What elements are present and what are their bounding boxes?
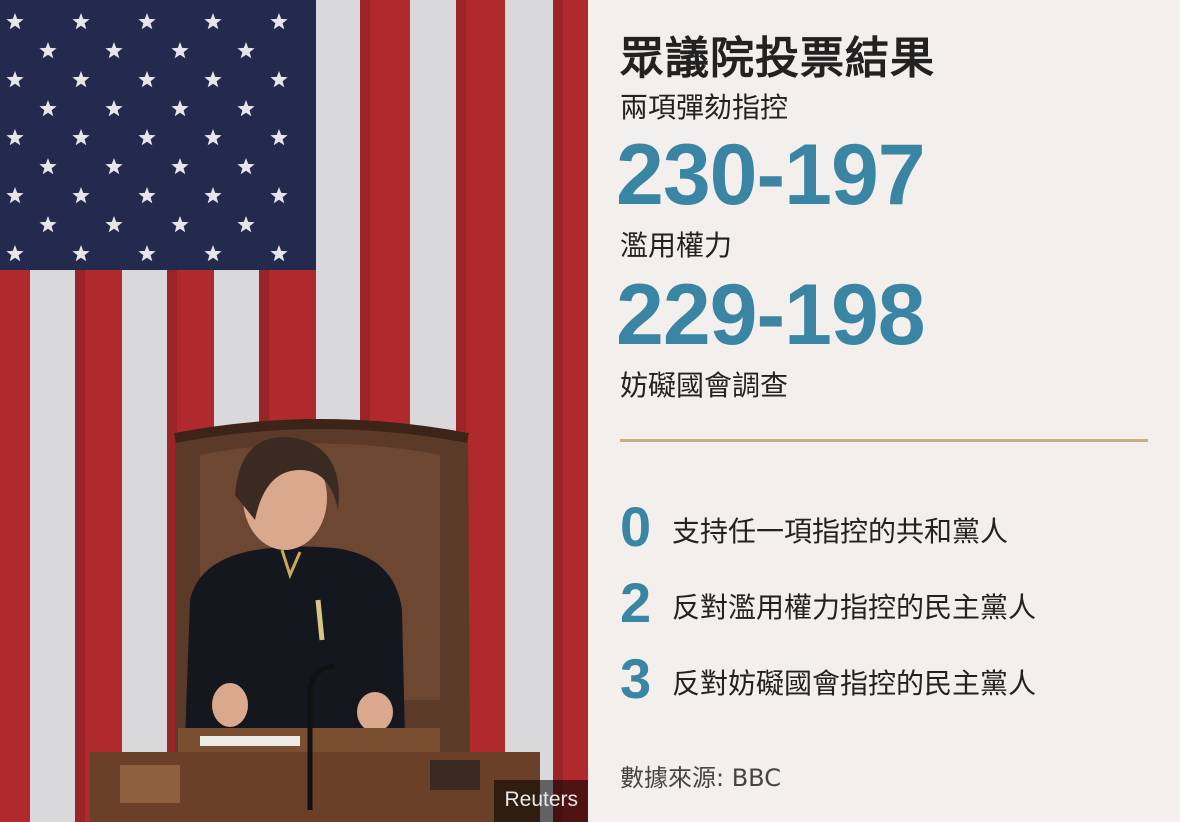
- vote2-label: 妨礙國會調查: [620, 369, 789, 402]
- vote1-result: 230-197: [616, 127, 926, 223]
- vote2-result: 229-198: [616, 267, 926, 363]
- stat-item: 2 反對濫用權力指控的民主黨人: [620, 570, 1160, 634]
- stat-number: 0: [620, 495, 652, 558]
- source-note: 數據來源: BBC: [620, 764, 781, 792]
- stat-text: 反對妨礙國會指控的民主黨人: [672, 667, 1037, 700]
- page-title: 眾議院投票結果: [620, 33, 935, 84]
- stat-number: 2: [620, 571, 652, 634]
- flag-and-speaker-illustration: [0, 0, 588, 822]
- stat-text: 反對濫用權力指控的民主黨人: [672, 591, 1037, 624]
- stat-item: 0 支持任一項指控的共和黨人: [620, 494, 1160, 558]
- vote1-label: 濫用權力: [620, 229, 733, 262]
- stat-number: 3: [620, 647, 652, 710]
- subtitle: 兩項彈劾指控: [620, 91, 789, 124]
- photo: Reuters: [0, 0, 588, 822]
- photo-credit: Reuters: [494, 780, 588, 822]
- divider: [620, 439, 1148, 442]
- stat-text: 支持任一項指控的共和黨人: [672, 515, 1009, 548]
- stat-item: 3 反對妨礙國會指控的民主黨人: [620, 646, 1160, 710]
- results-panel: 眾議院投票結果 兩項彈劾指控 230-197 濫用權力 229-198 妨礙國會…: [616, 0, 1160, 822]
